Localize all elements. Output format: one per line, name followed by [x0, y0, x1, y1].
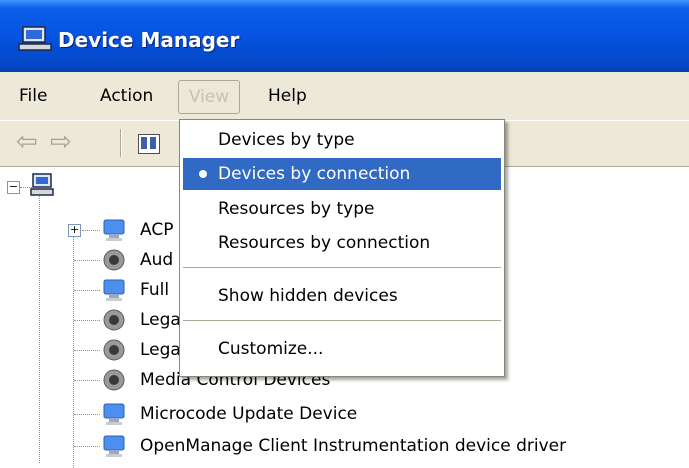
radio-bullet-icon [199, 170, 207, 178]
menu-bar: File Action View Help [0, 72, 689, 121]
menu-separator [183, 320, 501, 321]
menu-item-label: Resources by connection [218, 233, 431, 253]
forward-arrow-icon[interactable]: ⇨ [50, 127, 72, 157]
speaker-icon [103, 309, 125, 331]
menu-separator [183, 267, 501, 268]
show-hide-console-tree-icon[interactable] [138, 134, 160, 154]
menu-item-label: Show hidden devices [218, 286, 398, 306]
view-dropdown-menu: Devices by type Devices by connection Re… [179, 119, 505, 377]
tree-row-label: Lega [140, 340, 181, 360]
speaker-icon [103, 369, 125, 391]
computer-icon [30, 173, 54, 196]
menu-item-resources-by-type[interactable]: Resources by type [183, 193, 501, 225]
menu-action[interactable]: Action [92, 80, 161, 112]
menu-item-devices-by-connection[interactable]: Devices by connection [183, 158, 501, 190]
speaker-icon [103, 339, 125, 361]
menu-item-label: Resources by type [218, 199, 375, 219]
monitor-icon [103, 279, 125, 301]
menu-item-resources-by-connection[interactable]: Resources by connection [183, 227, 501, 259]
tree-row-label: Aud [140, 250, 174, 270]
menu-item-label: Customize... [218, 339, 324, 359]
menu-item-customize[interactable]: Customize... [183, 333, 501, 365]
menu-item-label: Devices by connection [218, 164, 411, 184]
menu-file[interactable]: File [11, 80, 55, 112]
tree-row-label: Microcode Update Device [140, 404, 358, 424]
monitor-icon [103, 219, 125, 241]
title-bar[interactable]: Device Manager [0, 0, 689, 72]
menu-item-devices-by-type[interactable]: Devices by type [183, 124, 501, 156]
expand-acpi-expander[interactable]: + [68, 224, 81, 237]
tree-row-label: Full [140, 280, 170, 300]
toolbar-separator [120, 129, 121, 157]
window-title: Device Manager [58, 28, 240, 52]
collapse-root-expander[interactable]: − [7, 181, 20, 194]
menu-help[interactable]: Help [260, 80, 315, 112]
speaker-icon [103, 249, 125, 271]
monitor-icon [103, 435, 125, 457]
menu-view[interactable]: View [178, 80, 240, 114]
tree-row-label: ACP [140, 220, 174, 240]
monitor-icon [103, 403, 125, 425]
menu-item-label: Devices by type [218, 130, 355, 150]
tree-row-label: OpenManage Client Instrumentation device… [140, 436, 567, 456]
tree-row-label: Lega [140, 310, 181, 330]
back-arrow-icon[interactable]: ⇦ [16, 127, 38, 157]
menu-item-show-hidden-devices[interactable]: Show hidden devices [183, 280, 501, 312]
computer-icon [18, 26, 52, 51]
